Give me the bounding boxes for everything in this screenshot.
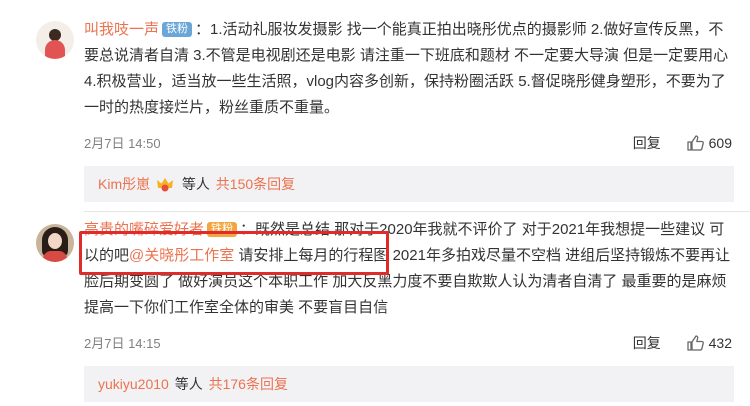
comment-line: ：1.活动礼服妆发摄影 找一个能真正拍出晓彤优点的摄影师 2.做好宣传反黑，不 [195, 21, 724, 38]
comment-line: 一时的热度接烂片，粉丝重质不重量。 [84, 99, 340, 116]
comment-actions: 回复 609 [633, 133, 732, 153]
divider [84, 211, 750, 212]
reply-button[interactable]: 回复 [633, 335, 661, 351]
avatar[interactable] [36, 21, 74, 59]
comment-line: 提高一下你们工作室全体的审美 不要盲目自信 [84, 299, 389, 316]
reply-username[interactable]: Kim彤崽 [98, 176, 150, 192]
timestamp: 2月7日 14:50 [84, 136, 161, 151]
reply-total[interactable]: 共176条回复 [209, 376, 288, 392]
reply-etc: 等人 [174, 376, 203, 392]
crown-icon [157, 178, 174, 192]
comment-text: 叫我吱一声 铁粉 ：1.活动礼服妆发摄影 找一个能真正拍出晓彤优点的摄影师 2.做好… [84, 17, 734, 121]
fan-badge: 铁粉 [162, 22, 193, 37]
like-count: 432 [708, 335, 732, 351]
like-button[interactable]: 609 [686, 135, 732, 151]
highlight-box [79, 231, 389, 275]
reply-button[interactable]: 回复 [633, 135, 661, 151]
thumbs-up-icon [686, 335, 704, 351]
like-button[interactable]: 432 [686, 335, 732, 351]
comment-actions: 回复 432 [633, 333, 732, 353]
reply-summary[interactable]: yukiyu2010 等人 共176条回复 [84, 366, 734, 402]
comment-line: 脸后期变圆了 做好演员这个本职工作 加大反黑力度不要自欺欺人认为清者自清了 最重… [84, 273, 727, 290]
like-count: 609 [708, 135, 732, 151]
comment-line: 要总说清者自清 3.不管是电视剧还是电影 请注重一下班底和题材 不一定要大导演 … [84, 47, 729, 64]
reply-summary[interactable]: Kim彤崽 等人 共150条回复 [84, 166, 734, 202]
reply-etc: 等人 [181, 176, 210, 192]
avatar[interactable] [36, 224, 74, 262]
comment-line: 4.积极营业，适当放一些生活照，vlog内容多创新，保持粉圈活跃 5.督促晓彤健… [84, 73, 726, 90]
thumbs-up-icon [686, 135, 704, 151]
timestamp: 2月7日 14:15 [84, 336, 161, 351]
reply-username[interactable]: yukiyu2010 [98, 376, 169, 392]
reply-total[interactable]: 共150条回复 [216, 176, 295, 192]
username[interactable]: 叫我吱一声 [84, 21, 159, 38]
